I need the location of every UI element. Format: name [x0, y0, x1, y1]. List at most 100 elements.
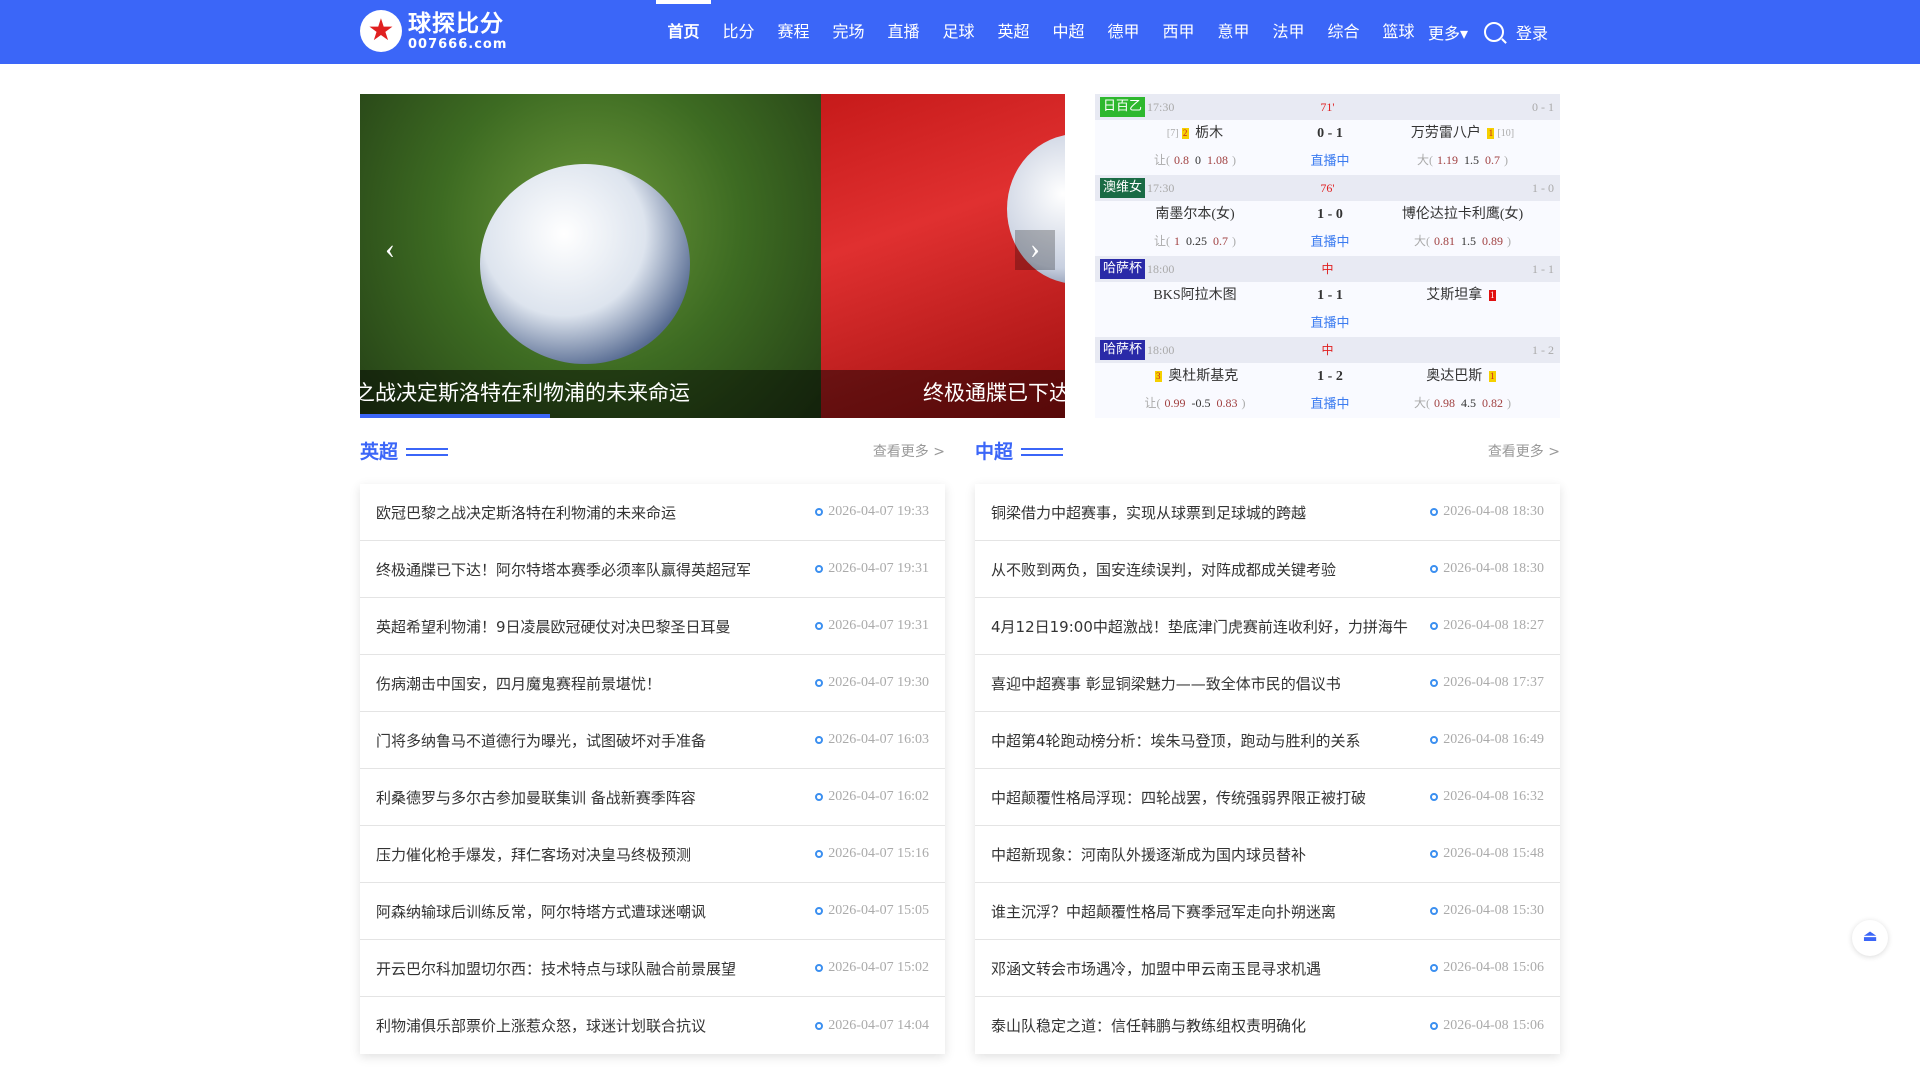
- live-link[interactable]: 直播中: [1295, 390, 1365, 417]
- news-item[interactable]: 4月12日19:00中超激战！垫底津门虎赛前连收利好，力拼海牛 2026-04-0…: [975, 598, 1560, 655]
- nav-item[interactable]: 法甲: [1261, 0, 1316, 64]
- news-item[interactable]: 欧冠巴黎之战决定斯洛特在利物浦的未来命运 2026-04-07 19:33: [360, 484, 945, 541]
- odds-label: 让(: [1144, 396, 1161, 410]
- news-title[interactable]: 伤病潮击中国安，四月魔鬼赛程前景堪忧！: [376, 673, 815, 694]
- news-title[interactable]: 利桑德罗与多尔古参加曼联集训 备战新赛季阵容: [376, 787, 815, 808]
- home-team: 南墨尔本(女): [1155, 207, 1235, 222]
- nav-item[interactable]: 足球: [931, 0, 986, 64]
- news-item[interactable]: 中超第4轮跑动榜分析：埃朱马登顶，跑动与胜利的关系 2026-04-08 16:4…: [975, 712, 1560, 769]
- match-score: 1 - 0: [1317, 207, 1343, 222]
- news-title[interactable]: 泰山队稳定之道：信任韩鹏与教练组权责明确化: [991, 1015, 1430, 1036]
- news-date: 2026-04-07 16:03: [828, 732, 929, 747]
- match-card[interactable]: 日百乙 17:30 71' 0 - 1 [7] 2 栃木 0 - 1 万劳雷八户 1 [10]…: [1095, 94, 1560, 175]
- match-minute: 中: [1321, 262, 1334, 276]
- news-list: 铜梁借力中超赛事，实现从球票到足球城的跨越 2026-04-08 18:30 从不败…: [975, 484, 1560, 1054]
- news-item[interactable]: 利物浦俱乐部票价上涨惹众怒，球迷计划联合抗议 2026-04-07 14:04: [360, 997, 945, 1054]
- chevron-right-icon[interactable]: ›: [1015, 230, 1055, 270]
- news-item[interactable]: 谁主沉浮？中超颠覆性格局下赛季冠军走向扑朔迷离 2026-04-08 15:30: [975, 883, 1560, 940]
- live-link[interactable]: 直播中: [1295, 309, 1365, 336]
- odds-close: ): [1232, 153, 1236, 167]
- news-title[interactable]: 利物浦俱乐部票价上涨惹众怒，球迷计划联合抗议: [376, 1015, 815, 1036]
- news-title[interactable]: 喜迎中超赛事 彰显铜梁魅力——致全体市民的倡议书: [991, 673, 1430, 694]
- news-title[interactable]: 邓涵文转会市场遇冷，加盟中甲云南玉昆寻求机遇: [991, 958, 1430, 979]
- nav-item[interactable]: 德甲: [1096, 0, 1151, 64]
- news-item[interactable]: 中超新现象：河南队外援逐渐成为国内球员替补 2026-04-08 15:48: [975, 826, 1560, 883]
- odds-value: 0.8: [1174, 153, 1189, 167]
- home-side: [7] 2 栃木: [1095, 120, 1295, 147]
- news-title[interactable]: 谁主沉浮？中超颠覆性格局下赛季冠军走向扑朔迷离: [991, 901, 1430, 922]
- carousel-caption[interactable]: 终极通牒已下达: [923, 370, 1065, 416]
- nav-item[interactable]: 赛程: [766, 0, 821, 64]
- news-title[interactable]: 终极通牒已下达！阿尔特塔本赛季必须率队赢得英超冠军: [376, 559, 815, 580]
- nav-item[interactable]: 首页: [656, 0, 711, 64]
- news-item[interactable]: 泰山队稳定之道：信任韩鹏与教练组权责明确化 2026-04-08 15:06: [975, 997, 1560, 1054]
- news-title[interactable]: 中超新现象：河南队外援逐渐成为国内球员替补: [991, 844, 1430, 865]
- clock-dot-icon: [1430, 508, 1439, 516]
- news-item[interactable]: 阿森纳输球后训练反常，阿尔特塔方式遭球迷嘲讽 2026-04-07 15:05: [360, 883, 945, 940]
- clock-dot-icon: [815, 622, 824, 630]
- nav-item[interactable]: 意甲: [1206, 0, 1261, 64]
- chevron-left-icon[interactable]: ‹: [370, 230, 410, 270]
- home-team: 奥杜斯基克: [1168, 369, 1239, 384]
- odds-value: 0.81: [1434, 234, 1455, 248]
- news-title[interactable]: 阿森纳输球后训练反常，阿尔特塔方式遭球迷嘲讽: [376, 901, 815, 922]
- news-item[interactable]: 英超希望利物浦！9日凌晨欧冠硬仗对决巴黎圣日耳曼 2026-04-07 19:31: [360, 598, 945, 655]
- nav-item[interactable]: 综合: [1316, 0, 1371, 64]
- odds-close: ): [1504, 153, 1508, 167]
- news-item[interactable]: 利桑德罗与多尔古参加曼联集训 备战新赛季阵容 2026-04-07 16:02: [360, 769, 945, 826]
- news-title[interactable]: 中超第4轮跑动榜分析：埃朱马登顶，跑动与胜利的关系: [991, 730, 1430, 751]
- news-carousel[interactable]: 之战决定斯洛特在利物浦的未来命运 终极通牒已下达 ‹ ›: [360, 94, 1065, 418]
- search-icon[interactable]: [1484, 22, 1504, 42]
- news-item[interactable]: 门将多纳鲁马不道德行为曝光，试图破坏对手准备 2026-04-07 16:03: [360, 712, 945, 769]
- news-title[interactable]: 开云巴尔科加盟切尔西：技术特点与球队融合前景展望: [376, 958, 815, 979]
- away-team: 博伦达拉卡利鹰(女): [1401, 207, 1524, 222]
- home-team: 栃木: [1195, 126, 1224, 141]
- news-date: 2026-04-07 16:02: [828, 789, 929, 804]
- odds-value: 1.08: [1207, 153, 1228, 167]
- news-title[interactable]: 压力催化枪手爆发，拜仁客场对决皇马终极预测: [376, 844, 815, 865]
- news-item[interactable]: 中超颠覆性格局浮现：四轮战罢，传统强弱界限正被打破 2026-04-08 16:3…: [975, 769, 1560, 826]
- news-item[interactable]: 终极通牒已下达！阿尔特塔本赛季必须率队赢得英超冠军 2026-04-07 19:3…: [360, 541, 945, 598]
- news-title[interactable]: 中超颠覆性格局浮现：四轮战罢，传统强弱界限正被打破: [991, 787, 1430, 808]
- news-title[interactable]: 从不败到两负，国安连续误判，对阵成都成关键考验: [991, 559, 1430, 580]
- clock-dot-icon: [815, 907, 824, 915]
- match-minute: 中: [1321, 343, 1334, 357]
- nav-item[interactable]: 英超: [986, 0, 1041, 64]
- nav-item[interactable]: 中超: [1041, 0, 1096, 64]
- odds-value: 0.82: [1482, 396, 1503, 410]
- nav-item[interactable]: 篮球: [1371, 0, 1426, 64]
- nav-item[interactable]: 完场: [821, 0, 876, 64]
- login-link[interactable]: 登录: [1516, 20, 1548, 44]
- back-to-top-icon[interactable]: ⏏: [1852, 920, 1888, 956]
- news-date: 2026-04-08 15:06: [1443, 1017, 1544, 1033]
- view-more-link[interactable]: 查看更多 >: [873, 436, 945, 468]
- match-card[interactable]: 哈萨杯 18:00 中 1 - 1 BKS阿拉木图 1 - 1 艾斯坦拿 1 直播中: [1095, 256, 1560, 337]
- news-item[interactable]: 开云巴尔科加盟切尔西：技术特点与球队融合前景展望 2026-04-07 15:02: [360, 940, 945, 997]
- news-item[interactable]: 压力催化枪手爆发，拜仁客场对决皇马终极预测 2026-04-07 15:16: [360, 826, 945, 883]
- news-item[interactable]: 从不败到两负，国安连续误判，对阵成都成关键考验 2026-04-08 18:30: [975, 541, 1560, 598]
- site-logo[interactable]: ★ 球探比分 007666.com: [360, 10, 507, 52]
- news-item[interactable]: 伤病潮击中国安，四月魔鬼赛程前景堪忧！ 2026-04-07 19:30: [360, 655, 945, 712]
- odds-value: 0.98: [1434, 396, 1455, 410]
- live-link[interactable]: 直播中: [1295, 147, 1365, 174]
- half-time-score: 1 - 0: [1532, 181, 1554, 195]
- nav-more-dropdown[interactable]: 更多▾: [1428, 20, 1478, 44]
- match-card[interactable]: 澳维女 17:30 76' 1 - 0 南墨尔本(女) 1 - 0 博伦达拉卡利鹰(女) …: [1095, 175, 1560, 256]
- news-title[interactable]: 门将多纳鲁马不道德行为曝光，试图破坏对手准备: [376, 730, 815, 751]
- nav-item[interactable]: 比分: [711, 0, 766, 64]
- logo-name: 球探比分: [408, 10, 504, 37]
- news-title[interactable]: 英超希望利物浦！9日凌晨欧冠硬仗对决巴黎圣日耳曼: [376, 616, 815, 637]
- news-title[interactable]: 铜梁借力中超赛事，实现从球票到足球城的跨越: [991, 502, 1430, 523]
- carousel-caption[interactable]: 之战决定斯洛特在利物浦的未来命运: [360, 370, 690, 416]
- news-title[interactable]: 欧冠巴黎之战决定斯洛特在利物浦的未来命运: [376, 502, 815, 523]
- live-link[interactable]: 直播中: [1295, 228, 1365, 255]
- nav-item[interactable]: 西甲: [1151, 0, 1206, 64]
- news-item[interactable]: 喜迎中超赛事 彰显铜梁魅力——致全体市民的倡议书 2026-04-08 17:37: [975, 655, 1560, 712]
- news-title[interactable]: 4月12日19:00中超激战！垫底津门虎赛前连收利好，力拼海牛: [991, 616, 1430, 637]
- news-item[interactable]: 邓涵文转会市场遇冷，加盟中甲云南玉昆寻求机遇 2026-04-08 15:06: [975, 940, 1560, 997]
- nav-item[interactable]: 直播: [876, 0, 931, 64]
- match-card[interactable]: 哈萨杯 18:00 中 1 - 2 3 奥杜斯基克 1 - 2 奥达巴斯 1 让(0.99…: [1095, 337, 1560, 418]
- news-item[interactable]: 铜梁借力中超赛事，实现从球票到足球城的跨越 2026-04-08 18:30: [975, 484, 1560, 541]
- odds-label: 大(: [1414, 396, 1430, 410]
- view-more-link[interactable]: 查看更多 >: [1488, 436, 1560, 468]
